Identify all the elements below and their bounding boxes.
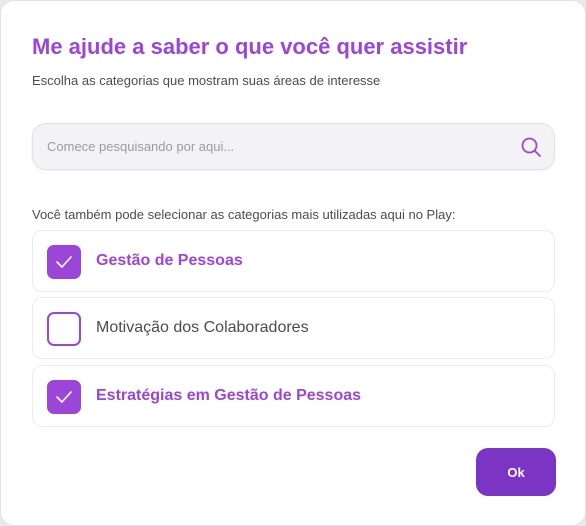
search-box xyxy=(32,123,555,170)
category-option-motivacao-dos-colaboradores[interactable]: Motivação dos Colaboradores xyxy=(32,297,555,359)
checkbox-checked[interactable] xyxy=(47,380,81,414)
search-input[interactable] xyxy=(47,124,517,169)
category-label: Motivação dos Colaboradores xyxy=(96,319,309,336)
check-icon xyxy=(56,391,72,403)
dialog-title: Me ajude a saber o que você quer assisti… xyxy=(32,34,468,59)
category-label: Gestão de Pessoas xyxy=(96,252,243,269)
search-icon[interactable] xyxy=(520,136,542,158)
checkbox-unchecked[interactable] xyxy=(47,312,81,346)
dialog-subtitle: Escolha as categorias que mostram suas á… xyxy=(32,73,381,88)
category-label: Estratégias em Gestão de Pessoas xyxy=(96,387,362,404)
category-option-gestao-de-pessoas[interactable]: Gestão de Pessoas xyxy=(32,230,555,292)
ok-button[interactable]: Ok xyxy=(476,448,556,496)
categories-hint: Você também pode selecionar as categoria… xyxy=(32,207,456,222)
category-dialog: Me ajude a saber o que você quer assisti… xyxy=(0,0,586,526)
category-option-estrategias-em-gestao-de-pessoas[interactable]: Estratégias em Gestão de Pessoas xyxy=(32,365,555,427)
checkbox-checked[interactable] xyxy=(47,245,81,279)
check-icon xyxy=(56,256,72,268)
